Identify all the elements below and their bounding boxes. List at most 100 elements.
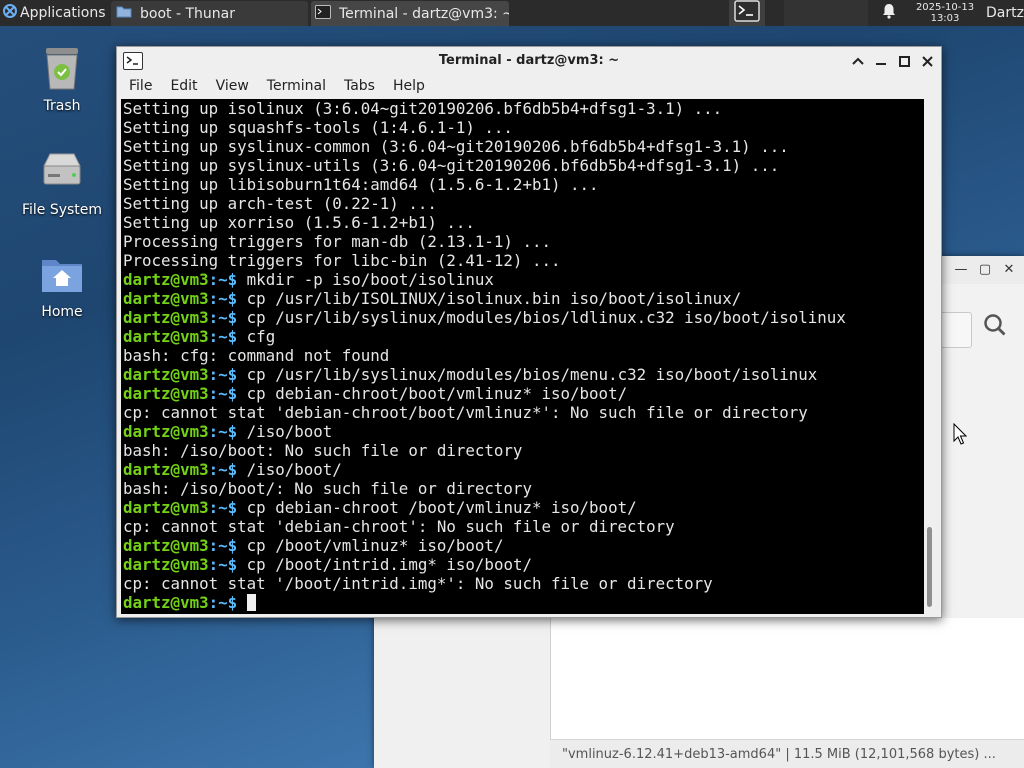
desktop-icon-trash[interactable]: Trash xyxy=(12,44,112,114)
shade-button[interactable] xyxy=(847,50,869,72)
taskbar-item-terminal[interactable]: Terminal - dartz@vm3: ~ xyxy=(311,1,509,26)
output-line: bash: /iso/boot/: No such file or direct… xyxy=(123,479,532,498)
prompt-user: dartz@vm3 xyxy=(123,289,209,308)
output-line: cp: cannot stat '/boot/intrid.img*': No … xyxy=(123,574,713,593)
command-line: dartz@vm3:~$ cp debian-chroot/boot/vmlin… xyxy=(123,384,846,403)
desktop-icon-home[interactable]: Home xyxy=(12,250,112,320)
menu-view[interactable]: View xyxy=(210,75,255,99)
command-text: cp debian-chroot /boot/vmlinuz* iso/boot… xyxy=(237,498,637,517)
output-line: Setting up libisoburn1t64:amd64 (1.5.6-1… xyxy=(123,175,599,194)
prompt-path: :~$ xyxy=(208,384,238,403)
terminal-launcher-button[interactable] xyxy=(729,0,765,26)
output-line: Setting up arch-test (0.22-1) ... xyxy=(123,194,437,213)
minimize-icon xyxy=(876,63,886,65)
command-text: /iso/boot xyxy=(237,422,333,441)
prompt-user: dartz@vm3 xyxy=(123,327,209,346)
terminal-lines: Setting up isolinux (3:6.04~git20190206.… xyxy=(123,99,846,612)
user-menu-button[interactable]: Dartz xyxy=(986,0,1024,26)
terminal-menubar: File Edit View Terminal Tabs Help xyxy=(117,75,941,99)
text-cursor xyxy=(246,594,256,611)
menu-help[interactable]: Help xyxy=(387,75,431,99)
prompt-user: dartz@vm3 xyxy=(123,365,209,384)
taskbar-item-thunar[interactable]: boot - Thunar xyxy=(111,1,308,26)
window-title: Terminal - dartz@vm3: ~ xyxy=(438,53,620,68)
prompt-path: :~$ xyxy=(208,289,238,308)
notifications-button[interactable] xyxy=(877,0,901,26)
scrollbar-thumb[interactable] xyxy=(927,527,932,607)
prompt-path: :~$ xyxy=(208,422,238,441)
command-line: dartz@vm3:~$ /iso/boot/ xyxy=(123,460,846,479)
prompt-path: :~$ xyxy=(208,460,238,479)
command-line: dartz@vm3:~$ cp /usr/lib/ISOLINUX/isolin… xyxy=(123,289,846,308)
prompt-user: dartz@vm3 xyxy=(123,270,209,289)
terminal-icon xyxy=(315,4,331,23)
prompt-line-current: dartz@vm3:~$ xyxy=(123,593,846,612)
desktop-icon-label: File System xyxy=(21,202,103,218)
prompt-path: :~$ xyxy=(208,498,238,517)
maximize-icon[interactable]: ▢ xyxy=(976,262,994,277)
home-folder-icon xyxy=(12,250,112,298)
command-text: cp debian-chroot/boot/vmlinuz* iso/boot/ xyxy=(237,384,628,403)
prompt-path: :~$ xyxy=(208,593,238,612)
user-name: Dartz xyxy=(986,5,1024,21)
menu-tabs[interactable]: Tabs xyxy=(338,75,381,99)
maximize-button[interactable] xyxy=(893,50,915,72)
minimize-button[interactable] xyxy=(870,50,892,72)
prompt-path: :~$ xyxy=(208,365,238,384)
prompt-user: dartz@vm3 xyxy=(123,308,209,327)
maximize-icon xyxy=(898,55,910,67)
prompt-user: dartz@vm3 xyxy=(123,460,209,479)
applications-label: Applications xyxy=(20,5,106,21)
prompt-user: dartz@vm3 xyxy=(123,536,209,555)
terminal-scrollbar[interactable] xyxy=(924,99,936,614)
menu-terminal[interactable]: Terminal xyxy=(261,75,332,99)
folder-icon xyxy=(116,5,132,22)
thunar-file-view[interactable] xyxy=(551,618,1024,740)
output-line: Setting up isolinux (3:6.04~git20190206.… xyxy=(123,99,723,118)
command-line: dartz@vm3:~$ cp /usr/lib/syslinux/module… xyxy=(123,365,846,384)
prompt-path: :~$ xyxy=(208,536,238,555)
xfce-logo-icon xyxy=(3,4,17,22)
clock[interactable]: 2025-10-13 13:03 xyxy=(905,0,985,26)
thunar-statusbar: "vmlinuz-6.12.41+deb13-amd64" | 11.5 MiB… xyxy=(550,739,1024,768)
prompt-user: dartz@vm3 xyxy=(123,555,209,574)
close-button[interactable] xyxy=(916,50,938,72)
menu-edit[interactable]: Edit xyxy=(164,75,203,99)
close-icon xyxy=(921,55,933,67)
prompt-path: :~$ xyxy=(208,327,238,346)
close-icon[interactable]: ✕ xyxy=(1000,262,1018,277)
command-text: cp /usr/lib/syslinux/modules/bios/ldlinu… xyxy=(237,308,846,327)
terminal-output[interactable]: Setting up isolinux (3:6.04~git20190206.… xyxy=(121,99,925,614)
clock-time: 13:03 xyxy=(930,13,960,24)
output-line: cp: cannot stat 'debian-chroot': No such… xyxy=(123,517,675,536)
panel-spacer xyxy=(832,0,868,26)
command-line: dartz@vm3:~$ cfg xyxy=(123,327,846,346)
output-line: Setting up syslinux-common (3:6.04~git20… xyxy=(123,137,789,156)
desktop-icon-file-system[interactable]: File System xyxy=(12,148,112,218)
applications-menu-button[interactable]: Applications xyxy=(0,0,108,26)
output-line: bash: /iso/boot: No such file or directo… xyxy=(123,441,523,460)
search-icon[interactable] xyxy=(982,312,1008,338)
terminal-window: Terminal - dartz@vm3: ~ File Edit View T… xyxy=(116,46,942,618)
desktop-icon-label: Home xyxy=(41,304,83,320)
menu-file[interactable]: File xyxy=(123,75,158,99)
command-text: cp /boot/intrid.img* iso/boot/ xyxy=(237,555,532,574)
minimize-icon[interactable]: — xyxy=(952,262,970,277)
taskbar-item-label: Terminal - dartz@vm3: ~ xyxy=(339,5,509,22)
terminal-icon xyxy=(734,0,760,26)
bell-icon xyxy=(882,3,896,23)
command-line: dartz@vm3:~$ /iso/boot xyxy=(123,422,846,441)
desktop-icon-label: Trash xyxy=(43,98,81,114)
command-text: cp /usr/lib/syslinux/modules/bios/menu.c… xyxy=(237,365,818,384)
output-line: Setting up squashfs-tools (1:4.6.1-1) ..… xyxy=(123,118,513,137)
command-text xyxy=(237,593,247,612)
output-line: Processing triggers for man-db (2.13.1-1… xyxy=(123,232,551,251)
prompt-path: :~$ xyxy=(208,555,238,574)
thunar-sidebar[interactable] xyxy=(374,618,551,768)
terminal-titlebar[interactable]: Terminal - dartz@vm3: ~ xyxy=(117,47,941,75)
prompt-user: dartz@vm3 xyxy=(123,498,209,517)
prompt-user: dartz@vm3 xyxy=(123,422,209,441)
mouse-pointer-icon xyxy=(953,422,968,449)
output-line: bash: cfg: command not found xyxy=(123,346,390,365)
command-text: /iso/boot/ xyxy=(237,460,342,479)
